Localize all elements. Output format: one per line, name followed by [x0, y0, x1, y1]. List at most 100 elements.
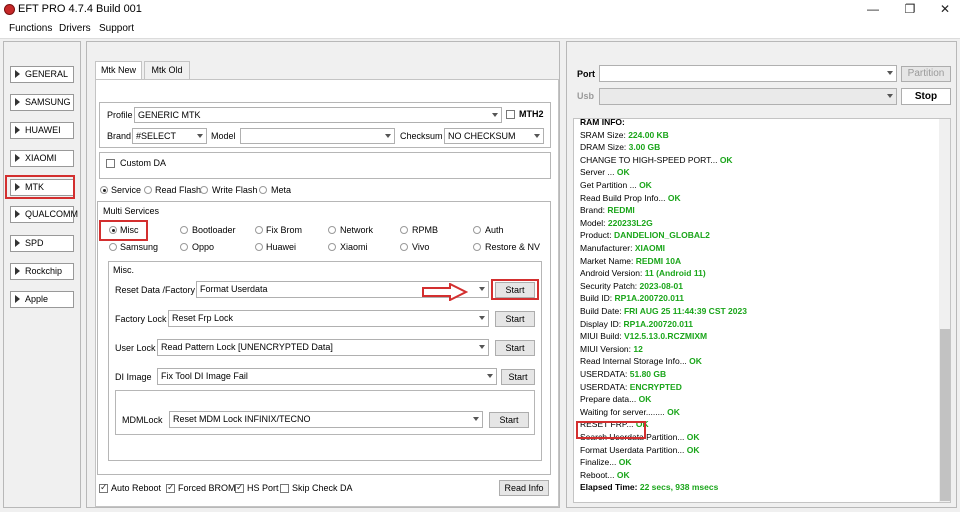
brand-select[interactable]: #SELECT	[132, 128, 207, 144]
log-text-segment: Format Userdata Partition...	[580, 444, 687, 455]
sidebar-item-huawei[interactable]: HUAWEI	[10, 122, 74, 139]
log-line: Brand: REDMI	[580, 205, 635, 215]
title-bar: EFT PRO 4.7.4 Build 001 — ❐ ✕	[0, 0, 960, 19]
sidebar-item-xiaomi[interactable]: XIAOMI	[10, 150, 74, 167]
read-info-button[interactable]: Read Info	[499, 480, 549, 496]
factory-lock-select[interactable]: Reset Frp Lock	[168, 310, 489, 327]
di-image-label: DI Image	[115, 372, 152, 382]
service-bootloader-label: Bootloader	[192, 225, 236, 235]
partition-button[interactable]: Partition	[901, 66, 951, 82]
minimize-button[interactable]: —	[858, 0, 888, 19]
mode-read-flash-radio[interactable]	[144, 186, 152, 194]
log-status-ok: OK	[686, 432, 700, 442]
mode-write-flash-radio[interactable]	[200, 186, 208, 194]
service-network-radio[interactable]	[328, 226, 336, 234]
factory-lock-label: Factory Lock	[115, 314, 167, 324]
usb-label: Usb	[577, 91, 595, 101]
model-select[interactable]	[240, 128, 395, 144]
mode-service-radio[interactable]	[100, 186, 108, 194]
service-samsung-radio[interactable]	[109, 243, 117, 251]
log-line: Prepare data... OK	[580, 394, 651, 404]
main-panel: Mtk New Mtk Old Profile GENERIC MTK MTH2…	[86, 41, 560, 508]
log-text-segment: Finalize...	[580, 457, 619, 468]
multi-services-title: Multi Services	[103, 206, 160, 216]
log-line: Build Date: FRI AUG 25 11:44:39 CST 2023	[580, 306, 747, 316]
log-status-ok: OK	[618, 457, 632, 468]
tab-mtk-old[interactable]: Mtk Old	[144, 61, 190, 79]
log-line: SRAM Size: 224.00 KB	[580, 130, 669, 140]
log-text-segment: CHANGE TO HIGH-SPEED PORT...	[580, 154, 720, 165]
auto-reboot-checkbox[interactable]	[99, 482, 108, 493]
sidebar-item-samsung[interactable]: SAMSUNG	[10, 94, 74, 111]
di-image-start-button[interactable]: Start	[501, 369, 535, 385]
log-line: MIUI Build: V12.5.13.0.RCZMIXM	[580, 331, 707, 341]
port-select[interactable]	[599, 65, 897, 82]
service-restore-nv-radio[interactable]	[473, 243, 481, 251]
log-status-ok: OK	[616, 167, 630, 178]
user-lock-start-button[interactable]: Start	[495, 340, 535, 356]
di-image-select[interactable]: Fix Tool DI Image Fail	[157, 368, 497, 385]
sidebar-item-qualcomm[interactable]: QUALCOMM	[10, 206, 78, 223]
sidebar-item-rockchip[interactable]: Rockchip	[10, 263, 74, 280]
log-text-segment: Read Internal Storage Info...	[580, 356, 690, 367]
sidebar-item-spd[interactable]: SPD	[10, 235, 74, 252]
mth2-label: MTH2	[519, 109, 544, 119]
profile-group: Profile GENERIC MTK MTH2 Brand #SELECT M…	[99, 102, 551, 148]
user-lock-select[interactable]: Read Pattern Lock [UNENCRYPTED Data]	[157, 339, 489, 356]
log-line: USERDATA: ENCRYPTED	[580, 382, 682, 392]
usb-select[interactable]	[599, 88, 897, 105]
log-scroll-thumb[interactable]	[940, 329, 950, 501]
log-value: 220233L2G	[607, 217, 653, 228]
reset-frp-highlight	[576, 421, 646, 439]
menu-drivers[interactable]: Drivers	[59, 23, 91, 34]
hs-port-checkbox[interactable]	[235, 482, 244, 493]
log-text-segment: Product:	[580, 230, 615, 241]
stop-button[interactable]: Stop	[901, 88, 951, 105]
log-line: Read Internal Storage Info... OK	[580, 356, 702, 366]
log-line: Elapsed Time: 22 secs, 938 msecs	[580, 482, 718, 492]
service-auth-radio[interactable]	[473, 226, 481, 234]
sidebar-item-general[interactable]: GENERAL	[10, 66, 74, 83]
checksum-select[interactable]: NO CHECKSUM	[444, 128, 544, 144]
mdm-lock-start-button[interactable]: Start	[489, 412, 529, 428]
mth2-checkbox[interactable]	[506, 110, 515, 119]
log-status-ok: OK	[639, 180, 652, 190]
log-line: Android Version: 11 (Android 11)	[580, 268, 706, 278]
menu-support[interactable]: Support	[99, 23, 134, 34]
close-button[interactable]: ✕	[930, 0, 960, 19]
sidebar-item-apple[interactable]: Apple	[10, 291, 74, 308]
log-text-segment: Manufacturer:	[580, 243, 635, 253]
menu-bar: Functions Drivers Support	[0, 19, 960, 39]
service-oppo-label: Oppo	[192, 242, 215, 252]
log-line: Format Userdata Partition... OK	[580, 445, 700, 455]
skip-check-da-checkbox[interactable]	[280, 484, 289, 493]
service-fix-brom-radio[interactable]	[255, 226, 263, 234]
menu-functions[interactable]: Functions	[9, 23, 52, 34]
user-lock-label: User Lock	[115, 343, 156, 353]
maximize-button[interactable]: ❐	[895, 0, 925, 19]
log-value: V12.5.13.0.RCZMIXM	[623, 331, 708, 342]
log-text-segment: Server ...	[580, 167, 617, 178]
service-vivo-radio[interactable]	[400, 243, 408, 251]
service-xiaomi-radio[interactable]	[328, 243, 336, 251]
arrow-right-icon	[422, 283, 468, 301]
mode-meta-radio[interactable]	[259, 186, 267, 194]
log-value: REDMI 10A	[635, 255, 682, 266]
log-panel: Port Partition Usb Stop RAM INFO: SRAM Si…	[566, 41, 957, 508]
log-line: RAM INFO:	[580, 119, 625, 127]
log-scrollbar[interactable]	[939, 119, 950, 502]
tab-mtk-new[interactable]: Mtk New	[95, 61, 142, 80]
log-area[interactable]: RAM INFO: SRAM Size: 224.00 KB DRAM Size: …	[573, 118, 951, 503]
factory-lock-start-button[interactable]: Start	[495, 311, 535, 327]
service-oppo-radio[interactable]	[180, 243, 188, 251]
forced-brom-checkbox[interactable]	[166, 482, 175, 493]
service-rpmb-radio[interactable]	[400, 226, 408, 234]
log-status-ok: OK	[638, 394, 652, 405]
auto-reboot-label: Auto Reboot	[111, 483, 162, 493]
log-text-segment: Read Build Prop Info...	[580, 192, 668, 203]
profile-select[interactable]: GENERIC MTK	[134, 107, 502, 123]
service-bootloader-radio[interactable]	[180, 226, 188, 234]
custom-da-checkbox[interactable]	[106, 159, 115, 168]
mdm-lock-select[interactable]: Reset MDM Lock INFINIX/TECNO	[169, 411, 483, 428]
service-huawei-radio[interactable]	[255, 243, 263, 251]
